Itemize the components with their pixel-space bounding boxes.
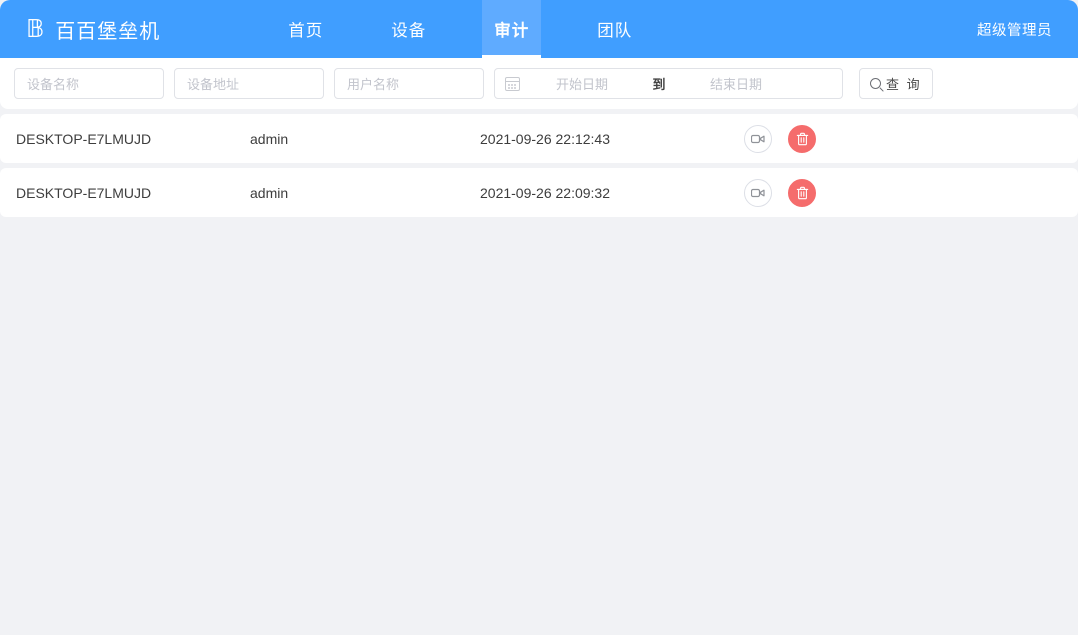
delete-button[interactable] (788, 124, 816, 153)
nav-item-home[interactable]: 首页 (276, 0, 335, 58)
delete-button[interactable] (788, 178, 816, 207)
nav-item-audit[interactable]: 审计 (482, 0, 542, 58)
video-camera-icon (751, 188, 765, 197)
app-title: 百百堡垒机 (55, 20, 161, 43)
end-date-input[interactable]: 结束日期 (674, 74, 798, 93)
table-row[interactable]: DESKTOP-E7LMUJD admin 2021-09-26 22:12:4… (0, 114, 1078, 163)
double-struck-b-logo-icon: 𝔹 (26, 13, 45, 43)
cell-user-name: admin (250, 130, 289, 147)
cell-user-name: admin (250, 184, 289, 201)
cell-device-name: DESKTOP-E7LMUJD (16, 130, 152, 147)
nav-item-devices[interactable]: 设备 (379, 0, 438, 58)
user-menu[interactable]: 超级管理员 (977, 0, 1078, 58)
cell-device-name: DESKTOP-E7LMUJD (16, 184, 152, 201)
play-recording-button[interactable] (744, 124, 772, 153)
audit-table: DESKTOP-E7LMUJD admin 2021-09-26 22:12:4… (0, 114, 1078, 217)
device-name-input[interactable]: 设备名称 (14, 68, 164, 99)
user-role-label: 超级管理员 (977, 22, 1052, 39)
nav-item-team[interactable]: 团队 (585, 0, 644, 58)
search-panel: 设备名称 设备地址 用户名称 开始日期 到 结束日期 查 询 (0, 58, 1078, 109)
cell-actions (744, 178, 816, 207)
search-icon (870, 78, 881, 89)
user-name-input[interactable]: 用户名称 (334, 68, 484, 99)
start-date-input[interactable]: 开始日期 (520, 74, 644, 93)
date-range-picker[interactable]: 开始日期 到 结束日期 (494, 68, 843, 99)
video-camera-icon (751, 134, 765, 143)
app-header: 𝔹 百百堡垒机 首页 设备 审计 团队 超级管理员 (0, 0, 1078, 58)
cell-timestamp: 2021-09-26 22:09:32 (480, 184, 610, 201)
cell-timestamp: 2021-09-26 22:12:43 (480, 130, 610, 147)
date-range-separator: 到 (652, 77, 666, 92)
query-button-label: 查 询 (886, 77, 922, 92)
table-row[interactable]: DESKTOP-E7LMUJD admin 2021-09-26 22:09:3… (0, 168, 1078, 217)
trash-icon (796, 132, 808, 145)
cell-actions (744, 124, 816, 153)
play-recording-button[interactable] (744, 178, 772, 207)
device-address-input[interactable]: 设备地址 (174, 68, 324, 99)
brand: 𝔹 百百堡垒机 (0, 0, 170, 58)
trash-icon (796, 186, 808, 199)
calendar-icon (505, 76, 520, 91)
main-nav: 首页 设备 审计 团队 (254, 0, 666, 58)
query-button[interactable]: 查 询 (859, 68, 933, 99)
